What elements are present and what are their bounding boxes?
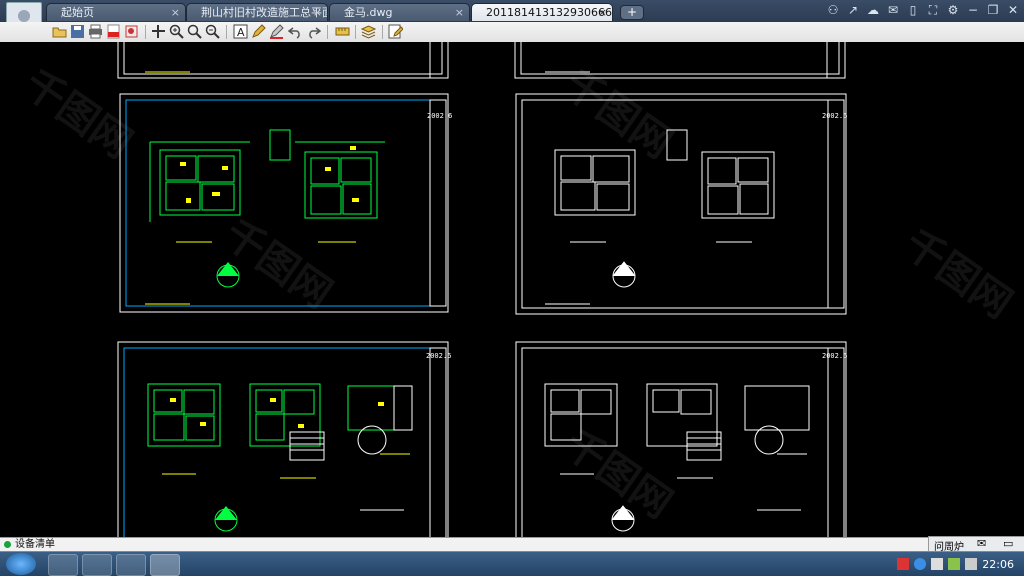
tab-jingshan-drawing[interactable]: 荆山村旧村改造施工总平面... ×: [186, 3, 328, 21]
tab-label: 金马.dwg: [344, 6, 393, 19]
sheet-middle-left: [119, 93, 449, 313]
minimize-icon[interactable]: −: [966, 2, 980, 18]
layer-icon[interactable]: [361, 24, 376, 39]
status-label[interactable]: 设备清单: [15, 538, 55, 552]
users-icon[interactable]: ⚇: [826, 2, 840, 18]
sheet-number-label: 2002.6: [822, 352, 848, 360]
cloud-icon[interactable]: ☁: [866, 2, 880, 18]
restore-icon[interactable]: ❐: [986, 2, 1000, 18]
help-icon[interactable]: [914, 558, 927, 570]
close-icon[interactable]: ×: [171, 4, 180, 21]
windows-start-icon[interactable]: [6, 553, 36, 575]
mail-icon[interactable]: ✉: [886, 2, 900, 18]
cad-drawing: [117, 42, 847, 537]
print-icon[interactable]: [88, 24, 103, 39]
zoom-out-icon[interactable]: [205, 24, 220, 39]
taskbar-folder-icon[interactable]: [48, 554, 78, 576]
toolbar-divider: [226, 25, 227, 39]
zoom-in-icon[interactable]: [169, 24, 184, 39]
zoom-window-icon[interactable]: [187, 24, 202, 39]
sheet-number-label: 2002.6: [822, 112, 848, 120]
taskbar-avatar-icon[interactable]: [82, 554, 112, 576]
pen-icon[interactable]: [251, 24, 266, 39]
sheet-bottom-right: [515, 341, 847, 537]
status-dot-icon: [4, 541, 11, 548]
system-tray: 22:06: [897, 552, 1024, 576]
drawing-canvas[interactable]: 千图网 千图网 千图网 千图网 千图网 2002.6 2002.6 2002.6…: [0, 42, 1024, 537]
undo-icon[interactable]: [288, 24, 303, 39]
draw-icon[interactable]: [269, 24, 284, 39]
chat-window-icon[interactable]: ▭: [1003, 537, 1013, 550]
toolbar-divider: [145, 25, 146, 39]
close-icon[interactable]: ×: [598, 4, 607, 21]
sheet-bottom-left: [117, 341, 449, 537]
pan-icon[interactable]: [151, 24, 166, 39]
volume-icon[interactable]: [965, 558, 978, 570]
fullscreen-icon[interactable]: ⛶: [926, 2, 940, 18]
taskbar: 22:06: [0, 551, 1024, 576]
close-window-icon[interactable]: ✕: [1006, 2, 1020, 18]
toolbar-divider: [382, 25, 383, 39]
redo-icon[interactable]: [306, 24, 321, 39]
svg-text:A: A: [237, 26, 245, 39]
sheet-top-right: [514, 42, 846, 79]
toolbar-divider: [355, 25, 356, 39]
tray-app-icon[interactable]: [931, 558, 944, 570]
input-method-icon[interactable]: [897, 558, 910, 570]
measure-icon[interactable]: [335, 24, 350, 39]
toolbar: A: [0, 22, 1024, 43]
taskbar-winrar-icon[interactable]: [116, 554, 146, 576]
edit-icon[interactable]: [388, 24, 403, 39]
pdf-icon[interactable]: [106, 24, 121, 39]
save-icon[interactable]: [70, 24, 85, 39]
tab-start-page[interactable]: 起始页 ×: [46, 3, 186, 21]
tab-label: 起始页: [61, 6, 94, 19]
title-bar: 起始页 × 荆山村旧村改造施工总平面... × 金马.dwg × 2011814…: [0, 0, 1024, 38]
tab-jinma-dwg[interactable]: 金马.dwg ×: [329, 3, 470, 21]
tab-active-dwg[interactable]: 20118141313293066668.d... ×: [471, 3, 613, 21]
sheet-number-label: 2002.6: [426, 352, 452, 360]
close-icon[interactable]: ×: [313, 4, 322, 21]
text-icon[interactable]: A: [233, 24, 248, 39]
sheet-middle-right: [515, 93, 847, 315]
tab-label: 20118141313293066668.d...: [486, 6, 612, 19]
toolbar-divider: [327, 25, 328, 39]
tab-label: 荆山村旧村改造施工总平面...: [201, 6, 327, 19]
cut-icon[interactable]: [124, 24, 139, 39]
network-icon[interactable]: [948, 558, 961, 570]
status-bar: 设备清单: [0, 537, 1024, 552]
phone-icon[interactable]: ▯: [906, 2, 920, 18]
taskbar-cad-viewer-icon[interactable]: [150, 554, 180, 576]
clock[interactable]: 22:06: [982, 558, 1014, 571]
sheet-number-label: 2002.6: [427, 112, 453, 120]
new-tab-button[interactable]: +: [620, 5, 644, 20]
gear-icon[interactable]: ⚙: [946, 2, 960, 18]
share-icon[interactable]: ↗: [846, 2, 860, 18]
chat-icon[interactable]: ✉: [977, 537, 986, 550]
close-icon[interactable]: ×: [455, 4, 464, 21]
sheet-top-left: [117, 42, 449, 79]
open-icon[interactable]: [52, 24, 67, 39]
